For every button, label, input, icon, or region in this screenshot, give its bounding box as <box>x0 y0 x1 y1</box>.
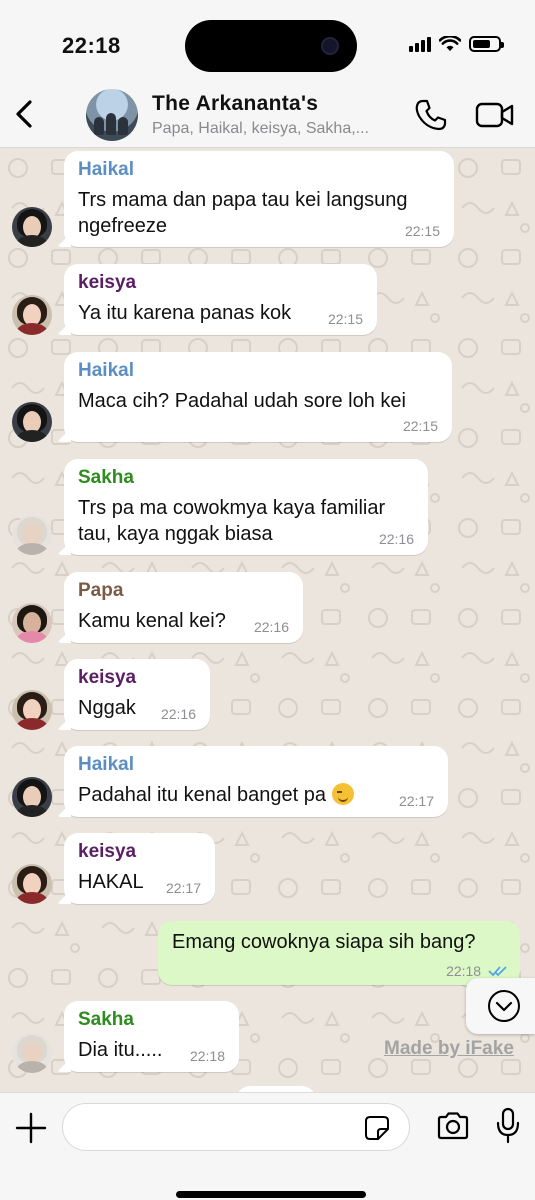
message-sender: keisya <box>78 667 137 688</box>
back-chevron-icon[interactable] <box>10 94 40 134</box>
message-sender: Papa <box>78 580 124 601</box>
message-sender: Sakha <box>78 1009 134 1030</box>
message-sender: Haikal <box>78 159 134 180</box>
chevron-down-circle-icon <box>488 990 520 1022</box>
sender-avatar-sakha[interactable] <box>12 515 52 555</box>
sender-avatar-keisya[interactable] <box>12 295 52 335</box>
scroll-to-bottom-button[interactable] <box>466 978 535 1034</box>
sender-avatar-sakha[interactable] <box>12 1033 52 1073</box>
group-avatar[interactable] <box>86 89 138 141</box>
sticker-icon[interactable] <box>364 1115 390 1141</box>
double-check-icon <box>488 966 507 977</box>
message-text: Padahal itu kenal banget pa <box>78 782 354 808</box>
message-text: Ya itu karena panas kok <box>78 302 292 324</box>
message-time: 22:17 <box>398 793 434 809</box>
front-camera-icon <box>321 37 339 55</box>
message-sender: keisya <box>78 272 137 293</box>
cellular-signal-icon <box>409 36 431 52</box>
plus-icon[interactable] <box>14 1111 48 1145</box>
battery-icon <box>469 36 504 52</box>
top-bar: 22:18 The Arkananta's Papa, Haikal, keis… <box>0 0 535 148</box>
message-text: Trs mama dan papa tau kei langsung ngefr… <box>78 189 408 237</box>
message-bubble[interactable]: Haikal Padahal itu kenal banget pa 22:17 <box>64 746 448 817</box>
message-time: 22:16 <box>253 619 289 635</box>
message-sender: keisya <box>78 841 137 862</box>
input-bar <box>0 1092 535 1200</box>
message-text: Emang cowoknya siapa sih bang? <box>172 931 476 953</box>
home-indicator <box>176 1191 366 1198</box>
wifi-icon <box>439 36 461 51</box>
message-sender: Sakha <box>78 467 134 488</box>
message-bubble[interactable]: Sakha Dia itu..... 22:18 <box>64 1001 239 1072</box>
message-text: Dia itu..... <box>78 1039 163 1061</box>
message-text: Maca cih? Padahal udah sore loh kei <box>78 390 406 412</box>
video-camera-icon[interactable] <box>475 100 515 130</box>
message-bubble[interactable]: Papa Kamu kenal kei? 22:16 <box>64 572 303 643</box>
sender-avatar-haikal[interactable] <box>12 402 52 442</box>
system-icons <box>409 36 504 52</box>
message-bubble[interactable]: keisya Ya itu karena panas kok 22:15 <box>64 264 377 335</box>
message-text: Trs pa ma cowokmya kaya familiar tau, ka… <box>78 497 386 545</box>
phone-icon[interactable] <box>414 98 448 132</box>
smirking-face-icon <box>331 783 354 805</box>
battery-level <box>473 40 490 48</box>
message-text: Kamu kenal kei? <box>78 610 226 632</box>
status-time: 22:18 <box>62 33 121 58</box>
outgoing-message-bubble[interactable]: Emang cowoknya siapa sih bang? 22:18 <box>158 921 520 985</box>
message-bubble[interactable]: Haikal Maca cih? Padahal udah sore loh k… <box>64 352 452 442</box>
chat-area[interactable]: Haikal Trs mama dan papa tau kei langsun… <box>0 148 535 1092</box>
message-time: 22:16 <box>378 531 414 547</box>
watermark: Made by iFake <box>384 1038 514 1059</box>
message-bubble[interactable]: keisya Nggak 22:16 <box>64 659 210 730</box>
sender-avatar-keisya[interactable] <box>12 690 52 730</box>
message-input[interactable] <box>62 1103 410 1151</box>
camera-icon[interactable] <box>436 1111 470 1141</box>
sender-avatar-keisya[interactable] <box>12 864 52 904</box>
chat-title[interactable]: The Arkananta's <box>152 92 318 116</box>
dynamic-island <box>185 20 357 72</box>
message-bubble[interactable]: keisya HAKAL 22:17 <box>64 833 215 904</box>
chat-members[interactable]: Papa, Haikal, keisya, Sakha,... <box>152 120 369 138</box>
message-time: 22:17 <box>165 880 201 896</box>
message-time: 22:15 <box>327 311 363 327</box>
message-sender: Haikal <box>78 360 134 381</box>
message-text: HAKAL <box>78 871 144 893</box>
message-time: 22:15 <box>404 223 440 239</box>
message-bubble[interactable]: Sakha Trs pa ma cowokmya kaya familiar t… <box>64 459 428 555</box>
message-text: Nggak <box>78 697 136 719</box>
sender-avatar-haikal[interactable] <box>12 207 52 247</box>
sender-avatar-papa[interactable] <box>12 603 52 643</box>
microphone-icon[interactable] <box>494 1107 522 1145</box>
message-time: 22:15 <box>402 418 438 434</box>
sender-avatar-haikal[interactable] <box>12 777 52 817</box>
message-bubble[interactable]: Haikal Trs mama dan papa tau kei langsun… <box>64 151 454 247</box>
message-sender: Haikal <box>78 754 134 775</box>
message-time: 22:16 <box>160 706 196 722</box>
message-time: 22:18 <box>189 1048 225 1064</box>
message-time: 22:18 <box>446 963 508 979</box>
